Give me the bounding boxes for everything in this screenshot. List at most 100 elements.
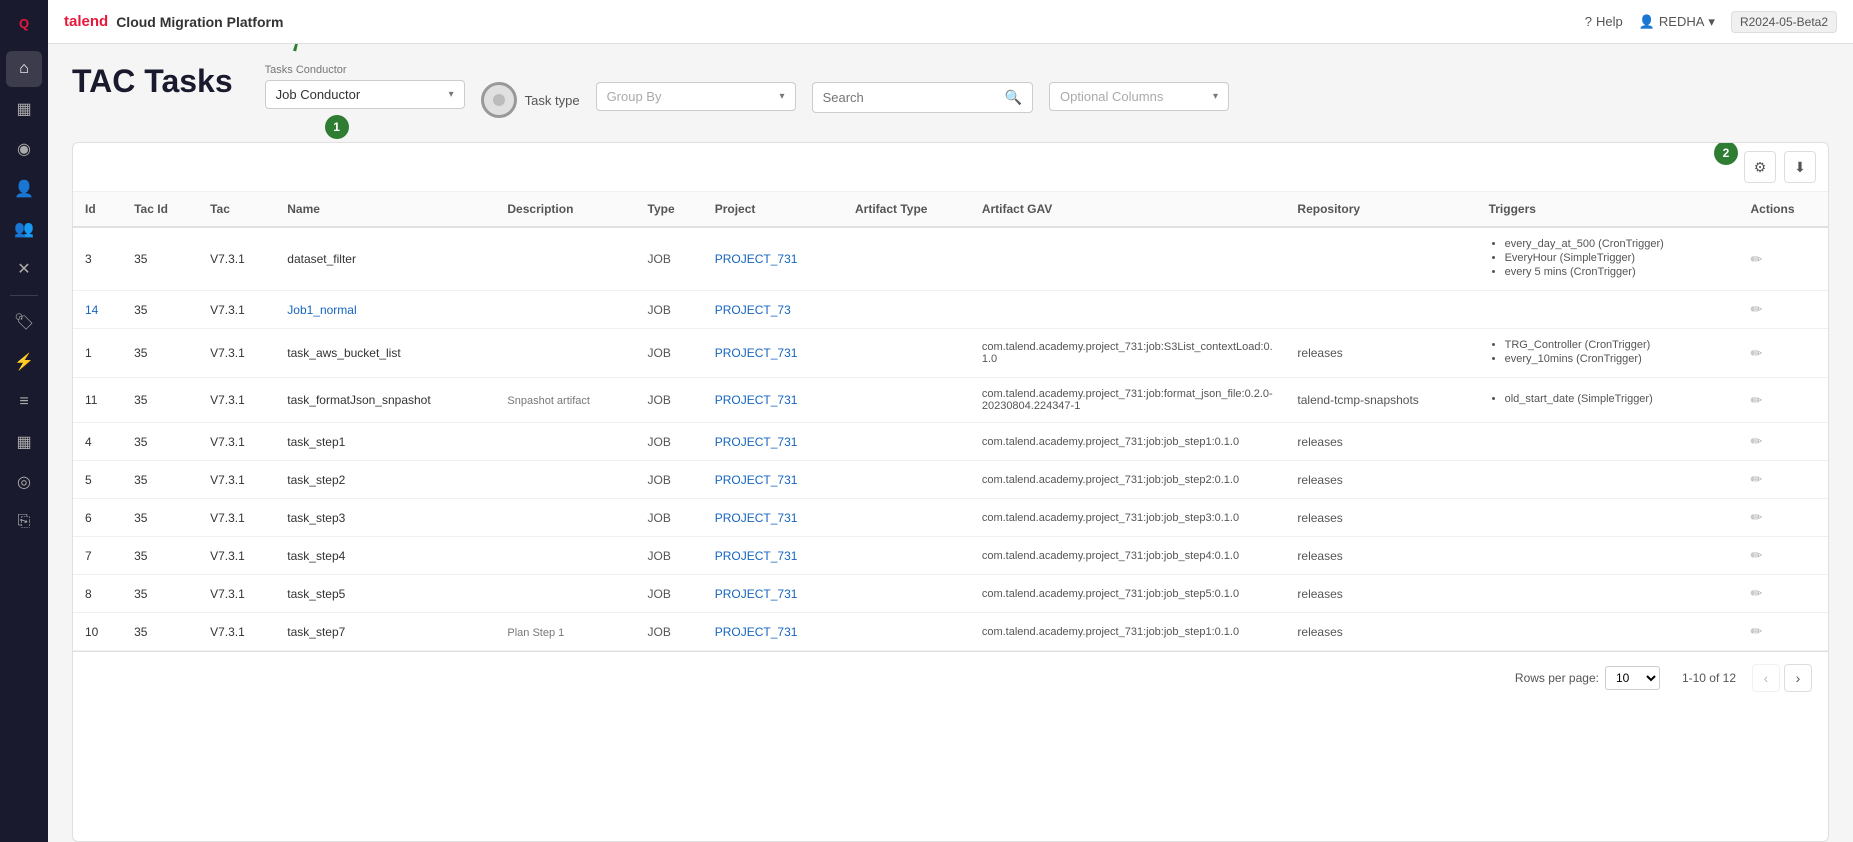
sidebar-item-person[interactable]: 👤	[6, 171, 42, 207]
cell-repository: releases	[1285, 575, 1476, 613]
edit-icon[interactable]: ✏	[1750, 623, 1762, 639]
cell-tac-id: 35	[122, 575, 198, 613]
cell-triggers	[1477, 575, 1739, 613]
conductor-filter: Tasks Conductor Job Conductor ▾	[265, 64, 465, 109]
cell-artifact-type	[843, 613, 970, 651]
optional-columns-filter: Optional Columns ▾	[1049, 64, 1229, 111]
user-label: REDHA	[1659, 14, 1705, 29]
sidebar-item-tag[interactable]: 🏷	[6, 304, 42, 340]
cell-name: task_aws_bucket_list	[275, 329, 495, 378]
optional-columns-select[interactable]: Optional Columns ▾	[1049, 82, 1229, 111]
annotation-2-wrapper: 2 ⚙ ⬇	[1744, 151, 1816, 183]
brand: talend Cloud Migration Platform	[64, 13, 283, 30]
cell-triggers	[1477, 423, 1739, 461]
sidebar-item-people[interactable]: 👥	[6, 211, 42, 247]
cell-tac: V7.3.1	[198, 291, 275, 329]
row-name: task_step5	[287, 587, 345, 601]
table-row: 6 35 V7.3.1 task_step3 JOB PROJECT_731 c…	[73, 499, 1828, 537]
col-header-triggers: Triggers	[1477, 192, 1739, 227]
next-page-button[interactable]: ›	[1784, 664, 1812, 692]
cell-actions: ✏	[1738, 291, 1828, 329]
edit-icon[interactable]: ✏	[1750, 345, 1762, 361]
sidebar: Q ⌂ ▦ ◉ 👤 👥 ✕ 🏷 ⚡ ≡ ▦ ◎ ⎘	[0, 0, 48, 842]
cell-tac-id: 35	[122, 499, 198, 537]
edit-icon[interactable]: ✏	[1750, 301, 1762, 317]
cell-type: JOB	[636, 461, 703, 499]
edit-icon[interactable]: ✏	[1750, 547, 1762, 563]
sidebar-item-eye[interactable]: ◎	[6, 464, 42, 500]
cell-repository: releases	[1285, 613, 1476, 651]
edit-icon[interactable]: ✏	[1750, 433, 1762, 449]
cell-tac-id: 35	[122, 378, 198, 423]
sidebar-item-home[interactable]: ⌂	[6, 51, 42, 87]
user-icon: 👤	[1639, 14, 1655, 30]
sidebar-item-tools[interactable]: ✕	[6, 251, 42, 287]
annotation-2: 2	[1714, 142, 1738, 165]
table-download-button[interactable]: ⬇	[1784, 151, 1816, 183]
col-header-description: Description	[495, 192, 635, 227]
cell-tac-id: 35	[122, 329, 198, 378]
groupby-select[interactable]: Group By ▾	[596, 82, 796, 111]
edit-icon[interactable]: ✏	[1750, 471, 1762, 487]
prev-page-button[interactable]: ‹	[1752, 664, 1780, 692]
conductor-select[interactable]: Job Conductor ▾	[265, 80, 465, 109]
platform-name: Cloud Migration Platform	[116, 14, 283, 30]
version-badge[interactable]: R2024-05-Beta2	[1731, 11, 1837, 33]
toggle-circle[interactable]	[481, 82, 517, 118]
help-button[interactable]: ? Help	[1585, 14, 1623, 29]
col-header-id: Id	[73, 192, 122, 227]
cell-description: Snpashot artifact	[495, 378, 635, 423]
task-type-toggle[interactable]: Task type	[481, 82, 580, 118]
cell-artifact-type	[843, 537, 970, 575]
edit-icon[interactable]: ✏	[1750, 585, 1762, 601]
cell-repository	[1285, 291, 1476, 329]
cell-artifact-type	[843, 227, 970, 291]
table-settings-button[interactable]: ⚙	[1744, 151, 1776, 183]
cell-description	[495, 499, 635, 537]
cell-description	[495, 329, 635, 378]
cell-triggers: old_start_date (SimpleTrigger)	[1477, 378, 1739, 423]
sidebar-item-list[interactable]: ≡	[6, 384, 42, 420]
sidebar-item-export[interactable]: ⎘	[6, 504, 42, 540]
cell-id: 3	[73, 227, 122, 291]
cell-id: 1	[73, 329, 122, 378]
page-header: TAC Tasks Tasks Conductor Job Conductor …	[72, 64, 1829, 118]
tac-tasks-table: Id Tac Id Tac Name Description Type Proj…	[73, 192, 1828, 651]
cell-description	[495, 575, 635, 613]
rows-per-page-select[interactable]: 10 25 50 100	[1605, 666, 1660, 690]
edit-icon[interactable]: ✏	[1750, 392, 1762, 408]
user-menu[interactable]: 👤 REDHA ▾	[1639, 14, 1715, 30]
cell-artifact-type	[843, 461, 970, 499]
conductor-chevron-icon: ▾	[449, 89, 454, 100]
pagination: Rows per page: 10 25 50 100 1-10 of 12 ‹…	[73, 651, 1828, 704]
annotation-circle-1: 1	[325, 115, 349, 139]
edit-icon[interactable]: ✏	[1750, 509, 1762, 525]
cell-tac: V7.3.1	[198, 227, 275, 291]
table-row: 10 35 V7.3.1 task_step7 Plan Step 1 JOB …	[73, 613, 1828, 651]
arrow-1: ➚	[278, 44, 315, 61]
conductor-wrapper: Tasks Conductor Job Conductor ▾ 1 ➚	[265, 64, 465, 109]
search-input[interactable]	[823, 90, 999, 105]
search-filter: 🔍	[812, 64, 1033, 113]
cell-type: JOB	[636, 537, 703, 575]
col-header-artifact-type: Artifact Type	[843, 192, 970, 227]
sidebar-item-grid[interactable]: ▦	[6, 424, 42, 460]
cell-tac-id: 35	[122, 613, 198, 651]
row-name-link[interactable]: 14	[85, 303, 98, 317]
cell-artifact-gav: com.talend.academy.project_731:job:job_s…	[970, 461, 1286, 499]
cell-artifact-gav	[970, 227, 1286, 291]
cell-project: PROJECT_731	[703, 227, 843, 291]
cell-tac: V7.3.1	[198, 575, 275, 613]
cell-id: 4	[73, 423, 122, 461]
sidebar-item-bolt[interactable]: ⚡	[6, 344, 42, 380]
edit-icon[interactable]: ✏	[1750, 251, 1762, 267]
row-name: task_formatJson_snpashot	[287, 393, 430, 407]
table-actions-bar: 2 ⚙ ⬇	[73, 143, 1828, 192]
row-name-link[interactable]: Job1_normal	[287, 303, 356, 317]
table-row: 3 35 V7.3.1 dataset_filter JOB PROJECT_7…	[73, 227, 1828, 291]
sidebar-item-dashboard[interactable]: ▦	[6, 91, 42, 127]
page-info: 1-10 of 12	[1682, 671, 1736, 685]
cell-artifact-gav: com.talend.academy.project_731:job:job_s…	[970, 537, 1286, 575]
sidebar-item-circle[interactable]: ◉	[6, 131, 42, 167]
cell-type: JOB	[636, 613, 703, 651]
